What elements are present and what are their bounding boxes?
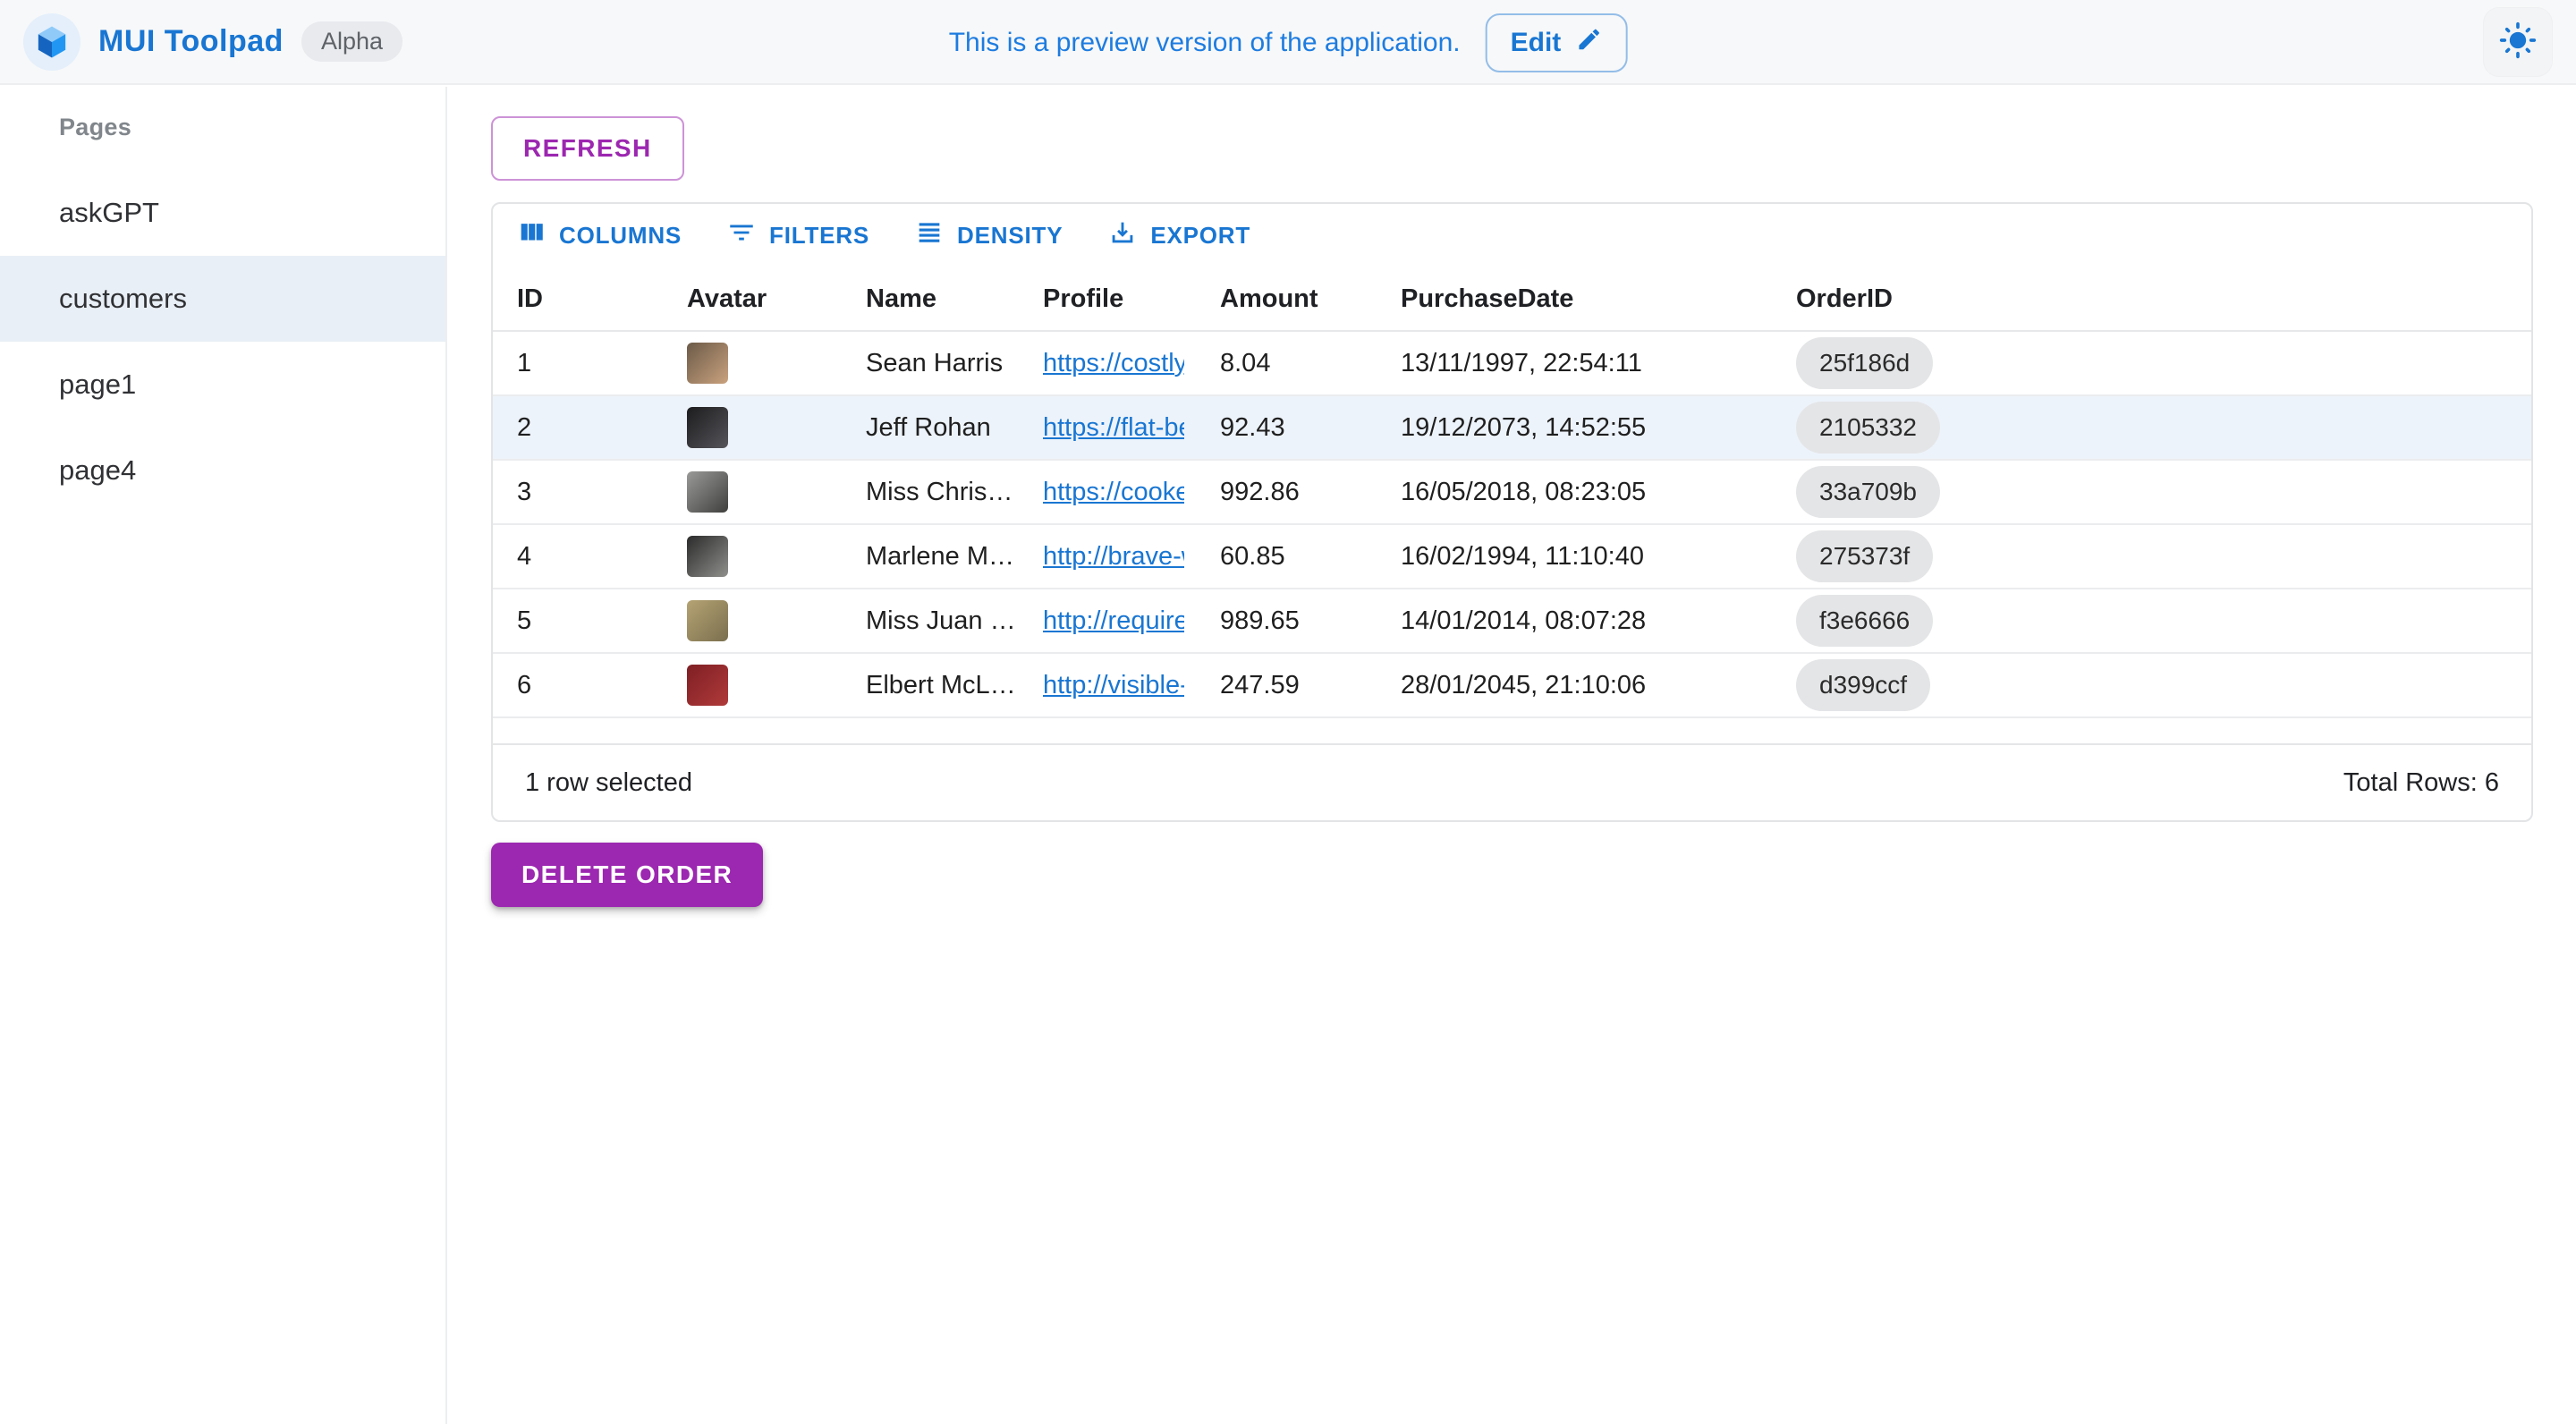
horizontal-scrollbar[interactable] <box>493 718 2531 745</box>
sidebar-item-page4[interactable]: page4 <box>0 428 445 513</box>
cell-id: 3 <box>493 478 669 507</box>
profile-link[interactable]: http://brave-wo <box>1043 542 1184 572</box>
column-header-orderid[interactable]: OrderID <box>1775 284 2531 314</box>
grid-toolbar: COLUMNS FILTERS DENSITY <box>493 204 2531 267</box>
preview-banner: This is a preview version of the applica… <box>949 0 1628 85</box>
cell-amount: 60.85 <box>1202 542 1379 572</box>
app-bar: MUI Toolpad Alpha This is a preview vers… <box>0 0 2576 85</box>
cell-amount: 989.65 <box>1202 606 1379 636</box>
filters-button[interactable]: FILTERS <box>716 208 880 263</box>
sidebar-item-askGPT[interactable]: askGPT <box>0 170 445 256</box>
order-id-chip: d399ccf <box>1796 659 1930 711</box>
table-row[interactable]: 3 Miss Chris… https://cooked 992.86 16/0… <box>493 461 2531 525</box>
cell-name: Elbert McL… <box>848 671 1025 700</box>
column-header-avatar[interactable]: Avatar <box>669 284 848 314</box>
export-button[interactable]: EXPORT <box>1097 208 1261 263</box>
toolpad-logo-icon <box>23 13 80 71</box>
cell-name: Jeff Rohan <box>848 413 1025 443</box>
sidebar-item-customers[interactable]: customers <box>0 256 445 342</box>
cell-name: Miss Juan … <box>848 606 1025 636</box>
alpha-badge: Alpha <box>301 21 402 62</box>
columns-button-label: COLUMNS <box>559 222 682 250</box>
brand-area: MUI Toolpad Alpha <box>23 13 402 71</box>
profile-link[interactable]: https://cooked <box>1043 478 1184 507</box>
download-icon <box>1107 217 1138 254</box>
order-id-chip: 33a709b <box>1796 466 1940 518</box>
sidebar-nav-list: askGPTcustomerspage1page4 <box>0 141 445 513</box>
app-title: MUI Toolpad <box>98 24 284 59</box>
sidebar-item-page1[interactable]: page1 <box>0 342 445 428</box>
cell-amount: 992.86 <box>1202 478 1379 507</box>
page-content: REFRESH COLUMNS FILTERS <box>449 87 2576 1424</box>
cell-purchasedate: 19/12/2073, 14:52:55 <box>1379 413 1775 443</box>
cell-purchasedate: 28/01/2045, 21:10:06 <box>1379 671 1775 700</box>
table-row[interactable]: 1 Sean Harris https://costly-p 8.04 13/1… <box>493 332 2531 396</box>
data-grid: COLUMNS FILTERS DENSITY <box>491 202 2533 822</box>
columns-button[interactable]: COLUMNS <box>505 208 692 263</box>
cell-id: 6 <box>493 671 669 700</box>
edit-button-label: Edit <box>1511 28 1562 58</box>
rows-selected-text: 1 row selected <box>525 768 692 798</box>
avatar <box>687 665 728 706</box>
edit-button[interactable]: Edit <box>1486 13 1628 72</box>
cell-amount: 8.04 <box>1202 349 1379 378</box>
column-header-id[interactable]: ID <box>493 284 669 314</box>
cell-id: 5 <box>493 606 669 636</box>
density-button-label: DENSITY <box>957 222 1063 250</box>
cell-id: 2 <box>493 413 669 443</box>
column-header-name[interactable]: Name <box>848 284 1025 314</box>
avatar <box>687 343 728 384</box>
column-header-purchasedate[interactable]: PurchaseDate <box>1379 284 1775 314</box>
preview-message: This is a preview version of the applica… <box>949 28 1461 58</box>
cell-name: Marlene M… <box>848 542 1025 572</box>
filter-icon <box>726 217 757 254</box>
density-button[interactable]: DENSITY <box>903 208 1073 263</box>
table-row[interactable]: 4 Marlene M… http://brave-wo 60.85 16/02… <box>493 525 2531 589</box>
refresh-button[interactable]: REFRESH <box>491 116 684 181</box>
sun-icon <box>2498 21 2538 63</box>
order-id-chip: f3e6666 <box>1796 595 1933 647</box>
column-header-profile[interactable]: Profile <box>1025 284 1202 314</box>
table-body: 1 Sean Harris https://costly-p 8.04 13/1… <box>493 332 2531 718</box>
cell-purchasedate: 13/11/1997, 22:54:11 <box>1379 349 1775 378</box>
pencil-icon <box>1575 26 1602 60</box>
density-icon <box>914 217 945 254</box>
cell-amount: 92.43 <box>1202 413 1379 443</box>
cell-purchasedate: 16/05/2018, 08:23:05 <box>1379 478 1775 507</box>
avatar <box>687 471 728 513</box>
cell-purchasedate: 14/01/2014, 08:07:28 <box>1379 606 1775 636</box>
total-rows-text: Total Rows: 6 <box>2343 768 2499 798</box>
cell-name: Sean Harris <box>848 349 1025 378</box>
sidebar: Pages askGPTcustomerspage1page4 <box>0 87 447 1424</box>
cell-amount: 247.59 <box>1202 671 1379 700</box>
order-id-chip: 2105332 <box>1796 402 1940 453</box>
table-row[interactable]: 5 Miss Juan … http://required 989.65 14/… <box>493 589 2531 654</box>
grid-header-row: ID Avatar Name Profile Amount PurchaseDa… <box>493 267 2531 332</box>
export-button-label: EXPORT <box>1150 222 1250 250</box>
avatar <box>687 407 728 448</box>
avatar <box>687 536 728 577</box>
avatar <box>687 600 728 641</box>
cell-name: Miss Chris… <box>848 478 1025 507</box>
profile-link[interactable]: https://costly-p <box>1043 349 1184 378</box>
sidebar-section-label: Pages <box>0 87 445 141</box>
filters-button-label: FILTERS <box>769 222 869 250</box>
grid-footer: 1 row selected Total Rows: 6 <box>493 745 2531 820</box>
table-row[interactable]: 6 Elbert McL… http://visible-p 247.59 28… <box>493 654 2531 718</box>
profile-link[interactable]: http://required <box>1043 606 1184 636</box>
cell-id: 1 <box>493 349 669 378</box>
profile-link[interactable]: http://visible-p <box>1043 671 1184 700</box>
columns-icon <box>516 217 547 254</box>
order-id-chip: 25f186d <box>1796 337 1933 389</box>
column-header-amount[interactable]: Amount <box>1202 284 1379 314</box>
table-row[interactable]: 2 Jeff Rohan https://flat-bel 92.43 19/1… <box>493 396 2531 461</box>
delete-order-button[interactable]: DELETE ORDER <box>491 843 763 907</box>
cell-id: 4 <box>493 542 669 572</box>
profile-link[interactable]: https://flat-bel <box>1043 413 1184 443</box>
cell-purchasedate: 16/02/1994, 11:10:40 <box>1379 542 1775 572</box>
theme-toggle-button[interactable] <box>2483 7 2553 77</box>
order-id-chip: 275373f <box>1796 530 1933 582</box>
